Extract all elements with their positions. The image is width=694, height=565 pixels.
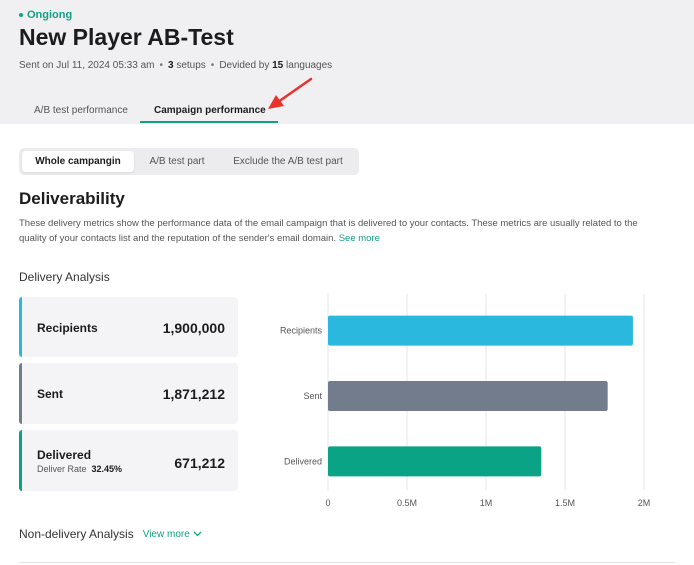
view-more-label: View more [142,528,190,540]
y-category-label: Recipients [280,326,323,336]
x-tick-label: 1.5M [555,498,575,508]
description-text: These delivery metrics show the performa… [19,218,638,244]
y-category-label: Sent [303,391,322,401]
recipients-value: 1,900,000 [162,320,225,336]
campaign-header: Ongiong New Player AB-Test Sent on Jul 1… [0,0,694,124]
segment-whole-campaign[interactable]: Whole campangin [22,151,134,172]
non-delivery-title: Non-delivery Analysis [19,527,134,541]
status-badge: Ongiong [19,9,72,21]
segment-control: Whole campangin A/B test part Exclude th… [19,148,359,175]
x-tick-label: 0.5M [397,498,417,508]
deliverability-title: Deliverability [19,189,125,208]
status-dot-icon [19,13,23,17]
recipients-card: Recipients 1,900,000 [19,297,238,357]
tab-campaign-performance[interactable]: Campaign performance [154,105,266,116]
sent-on-text: Sent on Jul 11, 2024 05:33 am [19,60,155,71]
x-tick-label: 1M [480,498,493,508]
delivery-analysis-title: Delivery Analysis [19,270,110,284]
languages-count: 15 [272,60,284,71]
x-tick-label: 2M [638,498,651,508]
annotation-arrow-icon [268,77,313,109]
deliverability-description: These delivery metrics show the performa… [19,216,659,246]
y-category-label: Delivered [284,456,322,466]
setups-count: 3 [167,60,174,71]
bar-recipients [328,315,633,346]
sent-label: Sent [37,387,64,401]
status-label: Ongiong [27,9,73,21]
see-more-link[interactable]: See more [339,233,380,244]
divided-prefix: Devided by [219,60,270,71]
deliver-rate: Deliver Rate 32.45% [37,464,122,474]
recipients-card-accent [19,297,22,357]
section-divider [19,562,675,563]
delivery-bar-chart: 0 0.5M 1M 1.5M 2M Recipients Sent Delivered [280,294,651,508]
non-delivery-section: Non-delivery Analysis View more [19,527,202,541]
delivered-card: Delivered Deliver Rate 32.45% 671,212 [19,430,238,491]
segment-exclude-ab-test[interactable]: Exclude the A/B test part [220,151,356,172]
segment-ab-test-part[interactable]: A/B test part [136,151,218,172]
sent-card: Sent 1,871,212 [19,363,238,424]
delivered-value: 671,212 [174,455,225,471]
setups-label: setups [176,60,206,71]
active-tab-indicator [140,121,278,123]
languages-label: languages [286,60,333,71]
recipients-label: Recipients [37,321,98,335]
delivered-label: Delivered [37,448,92,462]
bar-sent [328,381,608,411]
sent-value: 1,871,212 [162,386,225,402]
chevron-down-icon [193,531,202,537]
bar-delivered [328,446,542,477]
deliver-rate-value: 32.45% [91,464,123,474]
campaign-meta: Sent on Jul 11, 2024 05:33 am • 3 setups • D… [19,60,333,71]
sent-card-accent [19,363,22,424]
page-title: New Player AB-Test [19,24,234,50]
delivered-card-accent [19,430,22,491]
x-tick-label: 0 [325,498,330,508]
tab-ab-test-performance[interactable]: A/B test performance [34,105,128,116]
deliver-rate-label: Deliver Rate [37,464,87,474]
view-more-link[interactable]: View more [143,529,202,540]
